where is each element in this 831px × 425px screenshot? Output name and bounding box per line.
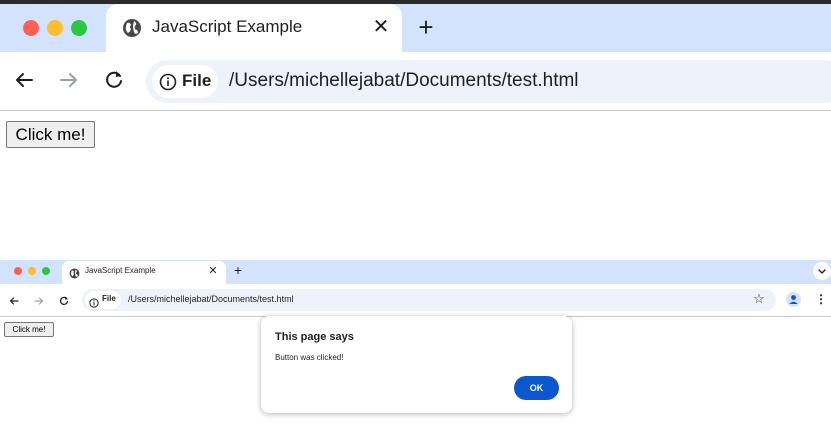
menu-icon[interactable]: ⋮ (815, 292, 827, 307)
file-label: File (182, 71, 212, 90)
reload-icon[interactable] (58, 294, 70, 306)
star-icon[interactable]: ☆ (752, 292, 766, 306)
tab-title: JavaScript Example (85, 266, 156, 275)
forward-icon[interactable] (33, 294, 45, 306)
window-minimize-button[interactable] (47, 20, 63, 36)
url-text[interactable]: /Users/michellejabat/Documents/test.html (229, 70, 579, 92)
window-close-button[interactable] (14, 267, 22, 275)
close-icon[interactable]: ✕ (207, 264, 219, 278)
back-icon[interactable] (12, 68, 36, 92)
screenshot-stage: JavaScript Example ✕ + File /Users/miche… (0, 0, 831, 425)
window-zoom-button[interactable] (42, 267, 50, 275)
url-text[interactable]: /Users/michellejabat/Documents/test.html (128, 294, 294, 304)
alert-title: This page says (275, 331, 354, 343)
reload-icon[interactable] (102, 68, 126, 92)
window-zoom-button[interactable] (71, 20, 87, 36)
click-me-button[interactable]: Click me! (4, 322, 54, 337)
info-icon (89, 295, 99, 308)
profile-icon[interactable] (786, 292, 801, 307)
file-label: File (102, 294, 116, 303)
window-minimize-button[interactable] (28, 267, 36, 275)
forward-icon[interactable] (57, 68, 81, 92)
tab-search-button[interactable] (813, 262, 831, 280)
globe-icon (69, 266, 80, 279)
alert-message: Button was clicked! (275, 353, 344, 362)
globe-icon (122, 18, 142, 38)
close-icon[interactable]: ✕ (370, 15, 392, 39)
click-me-button[interactable]: Click me! (6, 121, 95, 148)
info-icon (159, 73, 177, 91)
window-close-button[interactable] (23, 20, 39, 36)
ok-button[interactable]: OK (514, 376, 559, 400)
new-tab-button[interactable]: + (414, 13, 438, 41)
new-tab-button[interactable]: + (231, 262, 245, 278)
back-icon[interactable] (8, 294, 20, 306)
toolbar-divider (0, 110, 831, 111)
tab-title: JavaScript Example (152, 17, 303, 36)
